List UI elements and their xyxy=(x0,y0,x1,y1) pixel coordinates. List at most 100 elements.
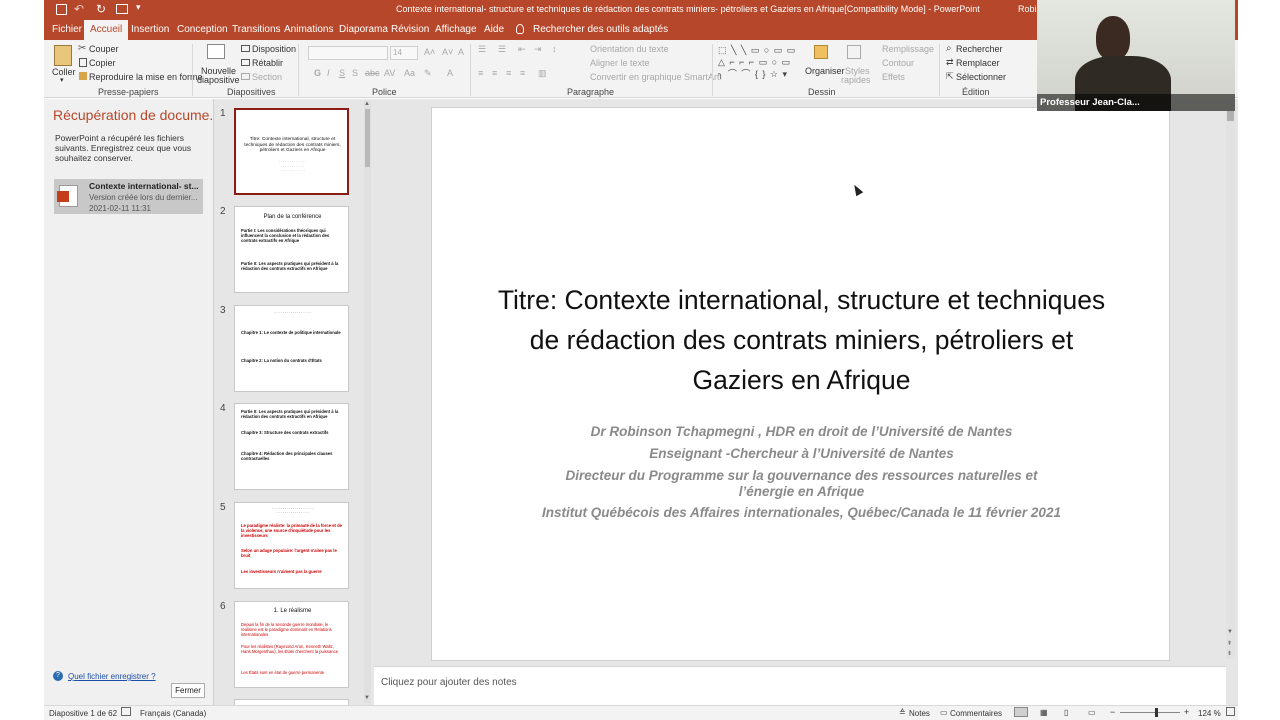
tab-file[interactable]: Fichier xyxy=(52,20,82,40)
tab-review[interactable]: Révision xyxy=(391,20,429,40)
tab-home[interactable]: Accueil xyxy=(84,20,129,40)
slide-title[interactable]: Titre: Contexte international, structure… xyxy=(487,280,1116,400)
tab-slideshow[interactable]: Diaporama xyxy=(339,20,388,40)
spell-check-icon[interactable] xyxy=(121,707,131,716)
scroll-up-icon[interactable]: ▲ xyxy=(364,101,370,107)
shapes-gallery[interactable]: ⬚ ╲ ╲ ▭ ○ ▭ ▭ △ ⌐ ⌐ ⌐ ▭ ○ ▭ ╮ ⌒ ⌒ { } ☆ … xyxy=(718,44,798,82)
thumbnails-scrollbar[interactable]: ▲ ▼ xyxy=(364,101,371,703)
change-case-icon[interactable]: Aa xyxy=(404,68,415,78)
italic-icon[interactable]: I xyxy=(327,68,330,78)
normal-view-icon[interactable] xyxy=(1014,707,1028,717)
slide-thumbnail-6[interactable]: 1. Le réalisme Depuis la fin de la secon… xyxy=(234,601,349,688)
slideshow-icon[interactable] xyxy=(116,4,128,14)
shape-fill-button[interactable]: Remplissage xyxy=(882,44,934,54)
section-button[interactable]: Section xyxy=(252,72,282,82)
underline-icon[interactable]: S xyxy=(339,68,345,78)
save-icon[interactable] xyxy=(56,4,67,15)
new-slide-icon[interactable] xyxy=(207,44,225,59)
slide-sorter-icon[interactable]: ▦ xyxy=(1040,708,1048,717)
copy-button[interactable]: Copier xyxy=(89,58,116,68)
bold-icon[interactable]: G xyxy=(314,68,321,78)
format-painter-button[interactable]: Reproduire la mise en forme xyxy=(89,72,203,82)
language-indicator[interactable]: Français (Canada) xyxy=(140,709,206,718)
slide-subtitle-line4[interactable]: Institut Québécois des Affaires internat… xyxy=(542,505,1061,521)
zoom-slider-knob[interactable] xyxy=(1154,708,1158,717)
close-recovery-button[interactable]: Fermer xyxy=(171,683,205,698)
paste-dropdown-icon[interactable]: ▾ xyxy=(60,76,64,84)
notes-pane[interactable]: Cliquez pour ajouter des notes xyxy=(374,666,1226,705)
slide-thumbnail-3[interactable]: · · · · · · · · · · · · · · · · · · Chap… xyxy=(234,305,349,392)
highlight-icon[interactable]: ✎ xyxy=(424,68,432,79)
recovered-file-item[interactable]: Contexte international- st... Version cr… xyxy=(54,179,203,214)
scroll-down-icon[interactable]: ▼ xyxy=(364,695,370,701)
undo-icon[interactable]: ↶ xyxy=(74,2,84,16)
clear-formatting-icon[interactable]: A xyxy=(458,47,464,57)
redo-icon[interactable]: ↻ xyxy=(96,2,106,16)
scroll-down-icon[interactable]: ▼ xyxy=(1227,629,1233,635)
zoom-slider[interactable] xyxy=(1120,708,1180,717)
font-size-field[interactable]: 14 xyxy=(390,46,418,60)
select-button[interactable]: Sélectionner xyxy=(956,72,1006,82)
scrollbar-thumb[interactable] xyxy=(1227,111,1234,121)
tab-transitions[interactable]: Transitions xyxy=(232,20,281,40)
text-direction-button[interactable]: Orientation du texte xyxy=(590,44,669,54)
tab-help[interactable]: Aide xyxy=(484,20,504,40)
font-color-icon[interactable]: A xyxy=(447,68,453,78)
editor-scrollbar[interactable]: ▼ ⇞ ⇟ xyxy=(1226,109,1235,659)
align-left-icon[interactable]: ≡ xyxy=(478,68,483,78)
font-name-field[interactable] xyxy=(308,46,388,60)
find-button[interactable]: Rechercher xyxy=(956,44,1003,54)
strikethrough-icon[interactable]: abc xyxy=(365,68,380,78)
outdent-icon[interactable]: ⇥ xyxy=(534,44,542,55)
indent-icon[interactable]: ⇤ xyxy=(518,44,526,55)
tell-me-search[interactable]: Rechercher des outils adaptés xyxy=(533,20,668,40)
slideshow-view-icon[interactable]: ▭ xyxy=(1088,708,1096,717)
shrink-font-icon[interactable]: A˅ xyxy=(442,47,453,57)
align-text-button[interactable]: Aligner le texte xyxy=(590,58,650,68)
columns-icon[interactable]: ▥ xyxy=(538,68,547,79)
zoom-in-icon[interactable]: + xyxy=(1184,707,1189,717)
help-link[interactable]: Quel fichier enregistrer ? xyxy=(68,672,156,681)
cut-button[interactable]: Couper xyxy=(89,44,119,54)
tab-animations[interactable]: Animations xyxy=(284,20,333,40)
shadow-icon[interactable]: S xyxy=(352,68,358,78)
arrange-button[interactable]: Organiser xyxy=(805,66,845,76)
paste-button[interactable]: Coller xyxy=(52,67,76,77)
next-slide-icon[interactable]: ⇟ xyxy=(1227,650,1232,657)
slide-thumbnail-5[interactable]: · · · · · · · · · · · · · · · · · · · · ·… xyxy=(234,502,349,589)
notes-placeholder[interactable]: Cliquez pour ajouter des notes xyxy=(381,677,517,688)
customize-icon[interactable]: ▾ xyxy=(136,2,141,13)
shape-effects-button[interactable]: Effets xyxy=(882,72,905,82)
prev-slide-icon[interactable]: ⇞ xyxy=(1227,640,1232,647)
tab-view[interactable]: Affichage xyxy=(435,20,477,40)
line-spacing-icon[interactable]: ↕ xyxy=(552,44,557,54)
replace-button[interactable]: Remplacer xyxy=(956,58,1000,68)
tab-design[interactable]: Conception xyxy=(177,20,228,40)
slide-thumbnail-1[interactable]: Titre: Contexte international, structure… xyxy=(234,108,349,195)
quick-styles-button-line2[interactable]: rapides xyxy=(841,75,871,85)
current-slide[interactable]: Titre: Contexte international, structure… xyxy=(431,107,1170,661)
slide-subtitle-line1[interactable]: Dr Robinson Tchapmegni , HDR en droit de… xyxy=(432,424,1171,440)
reset-button[interactable]: Rétablir xyxy=(252,58,283,68)
comments-toggle-button[interactable]: Commentaires xyxy=(950,709,1002,718)
shape-outline-button[interactable]: Contour xyxy=(882,58,914,68)
slide-thumbnail-2[interactable]: Plan de la conférence Partie I: Les cons… xyxy=(234,206,349,293)
numbering-icon[interactable]: ☰ xyxy=(498,44,506,55)
layout-button[interactable]: Disposition xyxy=(252,44,296,54)
fit-slide-icon[interactable] xyxy=(1226,707,1235,716)
notes-toggle-button[interactable]: Notes xyxy=(909,709,930,718)
char-spacing-icon[interactable]: AV xyxy=(384,68,395,78)
slide-subtitle-line2[interactable]: Enseignant -Chercheur à l’Université de … xyxy=(432,446,1171,462)
slide-subtitle-line3[interactable]: Directeur du Programme sur la gouvernanc… xyxy=(542,468,1061,500)
grow-font-icon[interactable]: A˄ xyxy=(424,47,435,57)
bullets-icon[interactable]: ☰ xyxy=(478,44,486,55)
scrollbar-thumb[interactable] xyxy=(365,109,370,167)
justify-icon[interactable]: ≡ xyxy=(520,68,525,78)
align-center-icon[interactable]: ≡ xyxy=(492,68,497,78)
tab-insert[interactable]: Insertion xyxy=(131,20,169,40)
align-right-icon[interactable]: ≡ xyxy=(506,68,511,78)
reading-view-icon[interactable]: ▯ xyxy=(1064,708,1068,717)
smartart-button[interactable]: Convertir en graphique SmartArt xyxy=(590,72,720,82)
new-slide-button-line2[interactable]: diapositive xyxy=(197,75,240,85)
zoom-level[interactable]: 124 % xyxy=(1198,709,1221,718)
